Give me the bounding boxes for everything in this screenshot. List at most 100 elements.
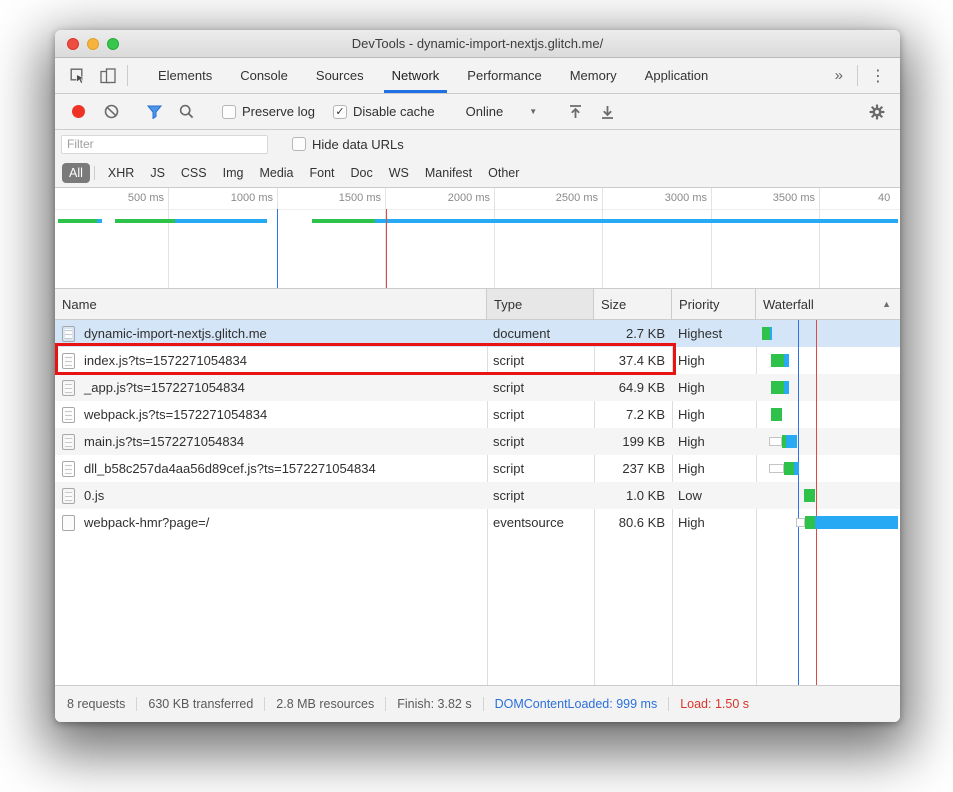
table-row[interactable]: 0.jsscript1.0 KBLow	[55, 482, 900, 509]
table-row[interactable]: main.js?ts=1572271054834script199 KBHigh	[55, 428, 900, 455]
column-header-type[interactable]: Type	[487, 289, 594, 319]
tab-memory[interactable]: Memory	[556, 58, 631, 93]
priority-cell: High	[672, 455, 756, 482]
checkbox-unchecked[interactable]	[292, 137, 306, 151]
divider	[857, 65, 858, 86]
priority-cell: Low	[672, 482, 756, 509]
column-header-name[interactable]: Name	[55, 289, 487, 319]
window-title: DevTools - dynamic-import-nextjs.glitch.…	[352, 36, 603, 51]
devtools-tabbar: ElementsConsoleSourcesNetworkPerformance…	[55, 58, 900, 94]
name-cell: dll_b58c257da4aa56d89cef.js?ts=157227105…	[55, 455, 487, 482]
table-row[interactable]: webpack.js?ts=1572271054834script7.2 KBH…	[55, 401, 900, 428]
waterfall-cell[interactable]	[756, 401, 900, 428]
document-icon	[62, 407, 75, 423]
waterfall-cell[interactable]	[756, 455, 900, 482]
size-cell: 7.2 KB	[594, 401, 672, 428]
tab-network[interactable]: Network	[378, 58, 454, 93]
search-icon[interactable]	[171, 104, 201, 119]
filter-chip-doc[interactable]: Doc	[344, 163, 380, 183]
table-row[interactable]: dll_b58c257da4aa56d89cef.js?ts=157227105…	[55, 455, 900, 482]
waterfall-download-bar	[815, 516, 898, 529]
waterfall-cell[interactable]	[756, 428, 900, 455]
column-header-waterfall[interactable]: Waterfall ▲	[756, 289, 900, 319]
table-row[interactable]: webpack-hmr?page=/eventsource80.6 KBHigh	[55, 509, 900, 536]
filter-chip-media[interactable]: Media	[252, 163, 300, 183]
status-item: DOMContentLoaded: 999 ms	[484, 697, 670, 711]
filter-chip-xhr[interactable]: XHR	[101, 163, 141, 183]
export-har-icon[interactable]	[592, 104, 622, 120]
more-tabs-icon[interactable]: »	[825, 58, 853, 93]
disable-cache-label: Disable cache	[353, 104, 435, 119]
waterfall-cell[interactable]	[756, 509, 900, 536]
resource-type-filter-row: All XHRJSCSSImgMediaFontDocWSManifestOthe…	[55, 158, 900, 188]
preserve-log-checkbox[interactable]: Preserve log	[222, 104, 315, 119]
type-cell: script	[487, 482, 594, 509]
requests-table: Name Type Size Priority Waterfall ▲ dyna…	[55, 289, 900, 685]
filter-chip-other[interactable]: Other	[481, 163, 526, 183]
filter-chip-manifest[interactable]: Manifest	[418, 163, 479, 183]
waterfall-cell[interactable]	[756, 347, 900, 374]
throttling-dropdown[interactable]: Online ▼	[456, 104, 548, 119]
kebab-menu-icon[interactable]: ⋮	[862, 58, 894, 93]
timeline-gridline	[602, 188, 603, 288]
filter-chip-css[interactable]: CSS	[174, 163, 214, 183]
tab-elements[interactable]: Elements	[144, 58, 226, 93]
tab-performance[interactable]: Performance	[453, 58, 555, 93]
timeline-gridline	[819, 188, 820, 288]
filter-chip-all[interactable]: All	[62, 163, 90, 183]
waterfall-cell[interactable]	[756, 482, 900, 509]
status-item: 630 KB transferred	[137, 697, 265, 711]
filter-chip-js[interactable]: JS	[143, 163, 172, 183]
filter-funnel-icon[interactable]	[139, 105, 169, 119]
sort-arrow-icon[interactable]: ▲	[882, 299, 891, 309]
filter-chip-font[interactable]: Font	[303, 163, 342, 183]
checkbox-checked[interactable]	[333, 105, 347, 119]
checkbox-unchecked[interactable]	[222, 105, 236, 119]
hide-data-urls-label: Hide data URLs	[312, 137, 404, 152]
timeline-tick-label: 2500 ms	[514, 192, 598, 204]
record-button[interactable]	[72, 105, 85, 118]
waterfall-download-bar	[794, 462, 799, 475]
filter-input[interactable]	[61, 135, 268, 154]
filter-chip-img[interactable]: Img	[216, 163, 251, 183]
inspect-element-icon[interactable]	[63, 58, 93, 93]
table-row[interactable]: dynamic-import-nextjs.glitch.medocument2…	[55, 320, 900, 347]
filter-chip-ws[interactable]: WS	[382, 163, 416, 183]
tab-sources[interactable]: Sources	[302, 58, 378, 93]
request-name: webpack-hmr?page=/	[84, 515, 209, 530]
device-toolbar-icon[interactable]	[93, 58, 123, 93]
settings-gear-icon[interactable]	[862, 104, 892, 120]
document-icon	[62, 488, 75, 504]
hide-data-urls-checkbox[interactable]: Hide data URLs	[292, 137, 404, 152]
table-body: dynamic-import-nextjs.glitch.medocument2…	[55, 320, 900, 536]
timeline-tick-label: 3500 ms	[731, 192, 815, 204]
waterfall-cell[interactable]	[756, 374, 900, 401]
type-cell: script	[487, 401, 594, 428]
waterfall-download-bar	[786, 435, 797, 448]
minimize-button[interactable]	[87, 38, 99, 50]
import-har-icon[interactable]	[560, 104, 590, 120]
tab-application[interactable]: Application	[631, 58, 723, 93]
size-cell: 64.9 KB	[594, 374, 672, 401]
tab-console[interactable]: Console	[226, 58, 302, 93]
priority-cell: High	[672, 428, 756, 455]
divider	[127, 65, 128, 86]
name-cell: _app.js?ts=1572271054834	[55, 374, 487, 401]
load-marker-line	[386, 209, 387, 288]
table-row[interactable]: _app.js?ts=1572271054834script64.9 KBHig…	[55, 374, 900, 401]
disable-cache-checkbox[interactable]: Disable cache	[333, 104, 435, 119]
size-cell: 2.7 KB	[594, 320, 672, 347]
close-button[interactable]	[67, 38, 79, 50]
column-header-size[interactable]: Size	[594, 289, 672, 319]
table-row[interactable]: index.js?ts=1572271054834script37.4 KBHi…	[55, 347, 900, 374]
clear-icon[interactable]	[96, 104, 126, 119]
maximize-button[interactable]	[107, 38, 119, 50]
overview-download-bar	[375, 219, 898, 223]
network-overview[interactable]: 500 ms1000 ms1500 ms2000 ms2500 ms3000 m…	[55, 188, 900, 289]
name-cell: index.js?ts=1572271054834	[55, 347, 487, 374]
type-cell: eventsource	[487, 509, 594, 536]
waterfall-cell[interactable]	[756, 320, 900, 347]
network-toolbar: Preserve log Disable cache Online ▼	[55, 94, 900, 130]
column-header-priority[interactable]: Priority	[672, 289, 756, 319]
status-item: 2.8 MB resources	[265, 697, 386, 711]
